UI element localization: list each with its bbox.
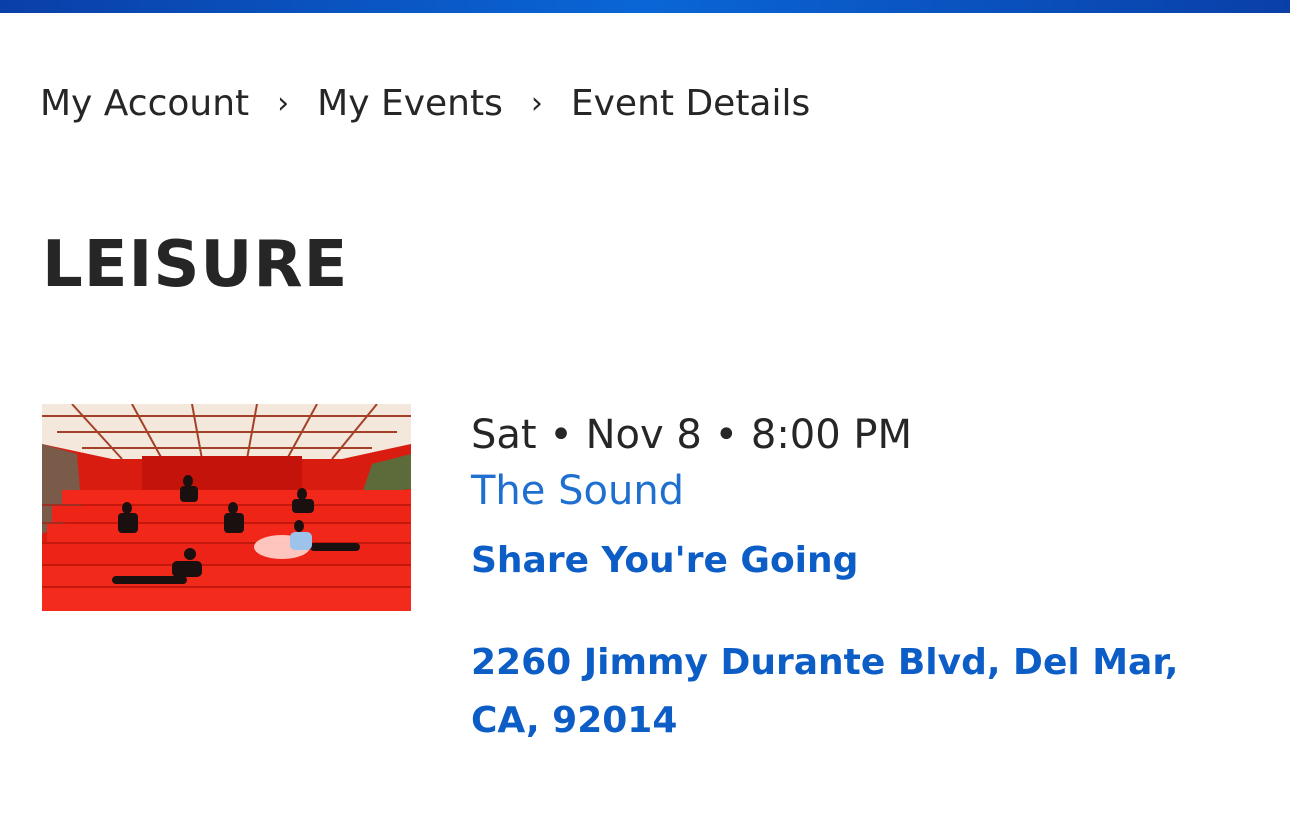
chevron-right-icon: › bbox=[277, 85, 290, 121]
event-photo-graphic bbox=[42, 404, 411, 611]
event-date-time: Sat • Nov 8 • 8:00 PM bbox=[471, 412, 913, 458]
breadcrumb-event-details: Event Details bbox=[570, 82, 811, 124]
breadcrumb-my-events[interactable]: My Events bbox=[317, 83, 503, 124]
share-going-link[interactable]: Share You're Going bbox=[471, 538, 1251, 584]
breadcrumb: My Account › My Events › Event Details bbox=[40, 80, 810, 126]
venue-link[interactable]: The Sound bbox=[471, 466, 1251, 516]
event-image[interactable] bbox=[42, 404, 411, 611]
breadcrumb-my-account[interactable]: My Account bbox=[40, 83, 249, 124]
page-title: LEISURE bbox=[42, 228, 349, 302]
event-details: Sat • Nov 8 • 8:00 PM The Sound Share Yo… bbox=[471, 410, 1251, 750]
venue-address-link[interactable]: 2260 Jimmy Durante Blvd, Del Mar, CA, 92… bbox=[471, 634, 1241, 750]
top-accent-bar bbox=[0, 0, 1290, 13]
chevron-right-icon: › bbox=[530, 85, 543, 121]
